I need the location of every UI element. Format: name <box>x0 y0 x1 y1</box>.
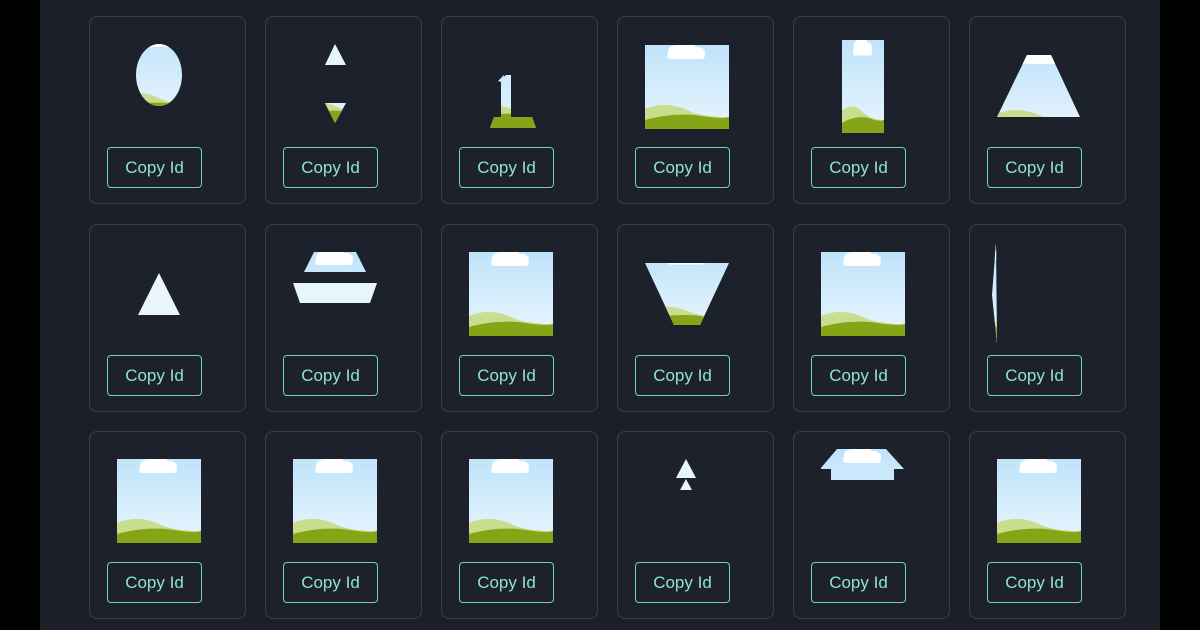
oval-landscape-icon <box>136 44 182 106</box>
copy-id-button[interactable]: Copy Id <box>283 562 378 603</box>
inverted-trapezoid-landscape-icon <box>645 263 729 325</box>
thin-sliver-landscape-icon <box>992 243 997 343</box>
shape-card: Copy Id <box>793 224 950 412</box>
shape-card: Copy Id <box>441 224 598 412</box>
copy-id-button[interactable]: Copy Id <box>635 562 730 603</box>
shape-card: Copy Id <box>793 431 950 619</box>
copy-id-button[interactable]: Copy Id <box>107 562 202 603</box>
square-landscape-icon <box>645 45 729 129</box>
square-landscape-icon <box>997 459 1081 543</box>
shape-card: Copy Id <box>793 16 950 204</box>
square-landscape-icon <box>117 459 201 543</box>
square-landscape-icon <box>293 459 377 543</box>
copy-id-button[interactable]: Copy Id <box>987 355 1082 396</box>
copy-id-button[interactable]: Copy Id <box>107 355 202 396</box>
trapezoid-stack-icon <box>293 252 377 303</box>
copy-id-button[interactable]: Copy Id <box>283 355 378 396</box>
shape-card: Copy Id <box>969 431 1126 619</box>
shape-card: Copy Id <box>265 224 422 412</box>
number-one-landscape-icon <box>490 75 536 128</box>
triangle-icon <box>138 273 180 315</box>
shape-card: Copy Id <box>617 224 774 412</box>
copy-id-button[interactable]: Copy Id <box>635 147 730 188</box>
square-landscape-icon <box>469 252 553 336</box>
copy-id-button[interactable]: Copy Id <box>459 562 554 603</box>
shape-card: Copy Id <box>969 16 1126 204</box>
shape-card: Copy Id <box>617 16 774 204</box>
small-tree-icon <box>676 459 696 490</box>
copy-id-button[interactable]: Copy Id <box>107 147 202 188</box>
tall-rectangle-landscape-icon <box>842 40 884 133</box>
shape-card: Copy Id <box>969 224 1126 412</box>
copy-id-button[interactable]: Copy Id <box>811 562 906 603</box>
trapezoid-landscape-icon <box>997 55 1080 117</box>
copy-id-button[interactable]: Copy Id <box>283 147 378 188</box>
shape-card: Copy Id <box>265 431 422 619</box>
shape-card: Copy Id <box>89 16 246 204</box>
square-landscape-icon <box>821 252 905 336</box>
copy-id-button[interactable]: Copy Id <box>459 355 554 396</box>
copy-id-button[interactable]: Copy Id <box>987 147 1082 188</box>
triangles-up-down-icon <box>325 44 346 123</box>
shape-card: Copy Id <box>441 16 598 204</box>
copy-id-button[interactable]: Copy Id <box>459 147 554 188</box>
copy-id-button[interactable]: Copy Id <box>811 355 906 396</box>
copy-id-button[interactable]: Copy Id <box>635 355 730 396</box>
copy-id-button[interactable]: Copy Id <box>811 147 906 188</box>
shape-card: Copy Id <box>617 431 774 619</box>
shape-card: Copy Id <box>89 431 246 619</box>
square-landscape-icon <box>469 459 553 543</box>
card-grid: Copy Id Copy Id Copy Id Copy Id Copy Id <box>0 0 1200 630</box>
shape-card: Copy Id <box>89 224 246 412</box>
copy-id-button[interactable]: Copy Id <box>987 562 1082 603</box>
house-roof-landscape-icon <box>821 449 904 480</box>
shape-card: Copy Id <box>265 16 422 204</box>
shape-card: Copy Id <box>441 431 598 619</box>
